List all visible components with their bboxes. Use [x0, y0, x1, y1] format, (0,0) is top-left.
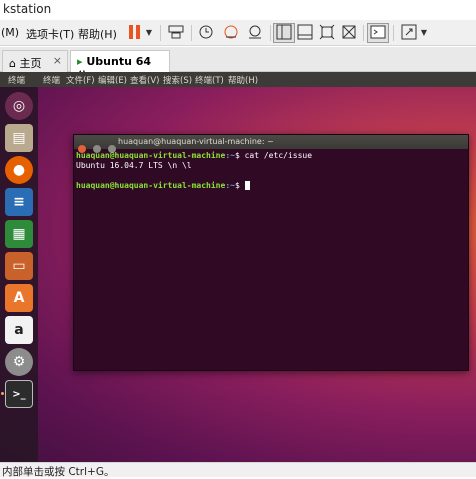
ubuntu-launcher: ◎ ▤ ● ≡ ▦ ▭ A a ⚙ >_: [0, 87, 38, 462]
vm-icon: ▸: [77, 55, 83, 68]
ubuntu-top-panel: 终端 终端 文件(F) 编辑(E) 查看(V) 搜索(S) 终端(T) 帮助(H…: [0, 72, 476, 87]
toolbar-separator: [393, 25, 394, 41]
terminal-title: huaquan@huaquan-virtual-machine: ~: [118, 137, 274, 146]
status-bar: 内部单击或按 Ctrl+G。: [0, 462, 476, 478]
terminal-window[interactable]: huaquan@huaquan-virtual-machine: ~ huaqu…: [73, 134, 469, 371]
menu-item-file[interactable]: 文件(F): [66, 74, 95, 86]
tab-label: 主页: [19, 57, 42, 70]
active-app-indicator: [1, 392, 4, 395]
prompt-user: huaquan@huaquan-virtual-machine: [76, 181, 226, 190]
tab-ubuntu[interactable]: ▸ Ubuntu 64 位: [70, 50, 170, 83]
dropdown-arrow-icon[interactable]: ▼: [144, 24, 154, 42]
fullscreen-icon[interactable]: [318, 24, 336, 42]
menu-item-search[interactable]: 搜索(S): [163, 74, 192, 86]
command-text: cat /etc/issue: [239, 151, 313, 160]
writer-icon[interactable]: ≡: [5, 188, 33, 216]
menu-item-help[interactable]: 帮助(H): [228, 74, 258, 86]
sidebar-icon[interactable]: [275, 24, 293, 42]
dropdown-arrow-icon[interactable]: ▼: [419, 24, 429, 42]
menu-item-vm[interactable]: (M): [1, 26, 19, 39]
revert-snapshot-icon[interactable]: [221, 24, 241, 42]
menu-item-terminal[interactable]: 终端: [43, 74, 60, 86]
amazon-icon[interactable]: a: [5, 316, 33, 344]
toolbar-separator: [363, 25, 364, 41]
snapshot-manager-icon[interactable]: [245, 24, 265, 42]
menu-item-tabs[interactable]: 选项卡(T): [26, 26, 74, 42]
toolbar-separator: [191, 25, 192, 41]
impress-icon[interactable]: ▭: [5, 252, 33, 280]
files-icon[interactable]: ▤: [5, 124, 33, 152]
snapshot-icon[interactable]: [196, 24, 216, 42]
stretch-icon[interactable]: [400, 24, 418, 42]
firefox-icon[interactable]: ●: [5, 156, 33, 184]
window-title: kstation: [3, 2, 52, 16]
tab-bar: ⌂ 主页 × ▸ Ubuntu 64 位: [0, 47, 476, 83]
settings-icon[interactable]: ⚙: [5, 348, 33, 376]
calc-icon[interactable]: ▦: [5, 220, 33, 248]
menu-item-edit[interactable]: 编辑(E): [98, 74, 127, 86]
send-keys-icon[interactable]: [166, 24, 186, 42]
prompt-symbol: $: [234, 181, 240, 190]
terminal-title-bar: huaquan@huaquan-virtual-machine: ~: [74, 135, 468, 153]
menu-item-view[interactable]: 查看(V): [130, 74, 159, 86]
window-title-bar: kstation: [0, 0, 476, 20]
text-cursor: [244, 181, 250, 190]
vm-display[interactable]: 终端 终端 文件(F) 编辑(E) 查看(V) 搜索(S) 终端(T) 帮助(H…: [0, 72, 476, 462]
menu-item-terminal-t[interactable]: 终端(T): [195, 74, 224, 86]
prompt-path: :~: [225, 181, 235, 190]
terminal-icon[interactable]: >_: [5, 380, 33, 408]
software-center-icon[interactable]: A: [5, 284, 33, 312]
pause-icon[interactable]: [126, 24, 144, 42]
thumbnail-bar-icon[interactable]: [296, 24, 314, 42]
menu-toolbar: (M) 选项卡(T) 帮助(H) ▼ ▼: [0, 20, 476, 46]
prompt-user: huaquan@huaquan-virtual-machine: [76, 151, 226, 160]
toolbar-separator: [270, 25, 271, 41]
tab-home[interactable]: ⌂ 主页 ×: [2, 50, 68, 72]
ubuntu-dash-icon[interactable]: ◎: [5, 92, 33, 120]
toolbar-separator: [160, 25, 161, 41]
app-menu-title[interactable]: 终端: [8, 74, 25, 86]
command-output: Ubuntu 16.04.7 LTS \n \l: [76, 161, 192, 170]
console-view-icon[interactable]: [369, 24, 387, 42]
unity-icon[interactable]: [340, 24, 358, 42]
close-icon[interactable]: ×: [53, 54, 62, 67]
prompt-path: :~: [225, 151, 235, 160]
terminal-output[interactable]: huaquan@huaquan-virtual-machine:~$ cat /…: [76, 151, 312, 191]
home-icon: ⌂: [9, 57, 16, 70]
menu-item-help[interactable]: 帮助(H): [78, 26, 117, 42]
